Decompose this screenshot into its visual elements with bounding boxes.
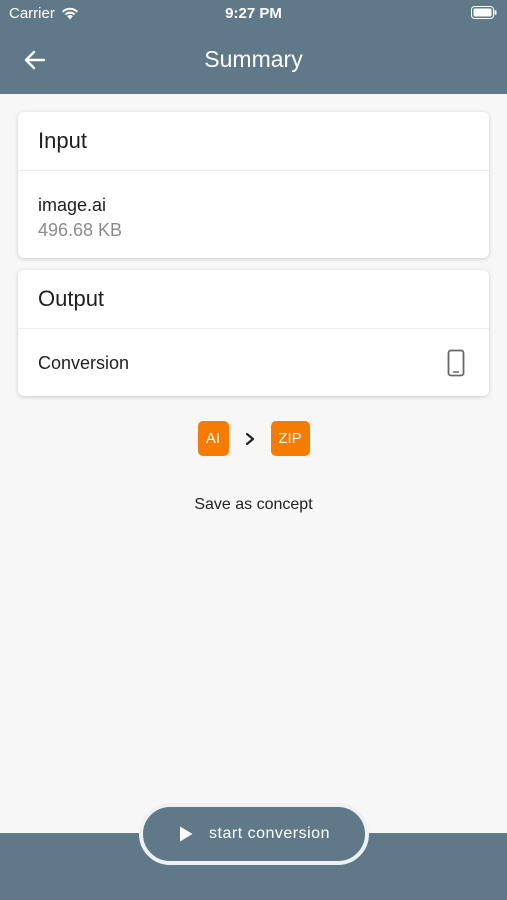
file-size: 496.68 KB <box>38 220 123 240</box>
play-icon <box>180 826 193 842</box>
status-time: 9:27 PM <box>225 5 282 22</box>
start-conversion-label: start conversion <box>209 825 330 842</box>
input-file-info: image.ai 496.68 KB <box>18 171 489 241</box>
start-conversion-button[interactable]: start conversion <box>139 803 369 865</box>
source-format-badge: AI <box>197 421 229 456</box>
smartphone-icon <box>447 349 465 377</box>
conversion-row[interactable]: Conversion <box>18 329 489 397</box>
top-app-bar: Carrier 9:27 PM Summary <box>0 0 507 94</box>
input-card-title: Input <box>18 112 489 171</box>
format-conversion-row: AI ZIP <box>0 421 507 456</box>
input-card: Input image.ai 496.68 KB <box>18 112 489 258</box>
conversion-label: Conversion <box>38 352 130 373</box>
file-name: image.ai <box>38 195 107 215</box>
target-format-badge: ZIP <box>270 421 310 456</box>
save-as-concept-link[interactable]: Save as concept <box>0 496 507 514</box>
battery-icon <box>471 6 497 19</box>
page-title: Summary <box>204 46 303 72</box>
chevron-right-icon <box>241 430 259 448</box>
status-bar: Carrier 9:27 PM <box>0 0 507 28</box>
output-card: Output Conversion <box>18 270 489 396</box>
output-card-title: Output <box>18 270 489 329</box>
